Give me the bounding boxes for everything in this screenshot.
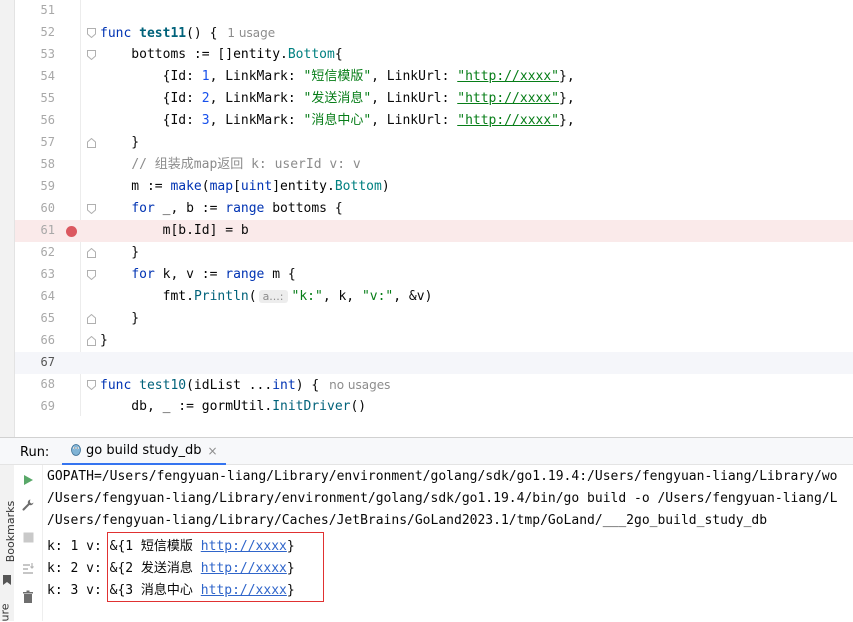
run-config-tab[interactable]: go build study_db × (62, 438, 226, 466)
wrench-icon[interactable] (20, 497, 36, 513)
code-line[interactable]: 54 {Id: 1, LinkMark: "短信模版", LinkUrl: "h… (14, 66, 853, 88)
fold-icon[interactable] (87, 138, 96, 148)
code-line[interactable]: 55 {Id: 2, LinkMark: "发送消息", LinkUrl: "h… (14, 88, 853, 110)
run-toolbar (14, 465, 43, 621)
code-line-current[interactable]: 67 (14, 352, 853, 374)
line-number: 54 (40, 69, 55, 83)
code-text: for k, v := range m { (131, 267, 296, 282)
result-prefix: k: 1 v: (47, 539, 110, 554)
result-prefix: k: 2 v: (47, 561, 110, 576)
line-number: 69 (40, 399, 55, 413)
line-number: 57 (40, 135, 55, 149)
code-line[interactable]: 68 func test10(idList ...int) {no usages (14, 374, 853, 396)
code-comment: // 组装成map返回 k: userId v: v (131, 157, 361, 172)
breakpoint-icon[interactable] (66, 226, 77, 237)
fold-icon[interactable] (87, 28, 96, 38)
code-text: } (100, 311, 140, 326)
code-line[interactable]: 53 bottoms := []entity.Bottom{ (14, 44, 853, 66)
bookmarks-tab[interactable]: Bookmarks (4, 501, 17, 562)
run-tool-header: Run: go build study_db × (0, 437, 853, 466)
run-icon[interactable] (20, 472, 36, 488)
code-line[interactable]: 64 fmt.Println(a...: "k:", k, "v:", &v) (14, 286, 853, 308)
line-number: 61 (40, 223, 55, 237)
console-line: /Users/fengyuan-liang/Library/environmen… (47, 491, 838, 506)
code-line[interactable]: 65 } (14, 308, 853, 330)
line-number: 58 (40, 157, 55, 171)
bookmark-icon[interactable] (2, 570, 12, 589)
close-icon[interactable]: × (208, 444, 218, 458)
url-literal[interactable]: "http://xxxx" (457, 69, 559, 84)
url-literal[interactable]: "http://xxxx" (457, 113, 559, 128)
code-line-breakpoint[interactable]: 61 m[b.Id] = b (14, 220, 853, 242)
code-text: {Id: 3, LinkMark: "消息中心", LinkUrl: "http… (100, 113, 575, 128)
line-number: 63 (40, 267, 55, 281)
code-line[interactable]: 69 db, _ := gormUtil.InitDriver() (14, 396, 853, 416)
code-text: func test10(idList ...int) {no usages (100, 378, 391, 393)
line-number: 64 (40, 289, 55, 303)
fold-icon[interactable] (87, 50, 96, 60)
code-text: } (100, 333, 108, 348)
code-line[interactable]: 58 // 组装成map返回 k: userId v: v (14, 154, 853, 176)
code-text: m[b.Id] = b (100, 223, 249, 238)
code-text: } (100, 135, 140, 150)
fold-icon[interactable] (87, 380, 96, 390)
code-line[interactable]: 66 } (14, 330, 853, 352)
code-text: bottoms := []entity.Bottom{ (100, 47, 343, 62)
fold-icon[interactable] (87, 204, 96, 214)
line-number: 59 (40, 179, 55, 193)
fold-icon[interactable] (87, 336, 96, 346)
code-line[interactable]: 57 } (14, 132, 853, 154)
sort-icon[interactable] (20, 561, 36, 577)
highlight-box (107, 532, 324, 602)
code-text: func test11() {1 usage (100, 26, 276, 41)
line-number: 55 (40, 91, 55, 105)
line-number: 66 (40, 333, 55, 347)
line-number: 52 (40, 25, 55, 39)
usage-hint[interactable]: 1 usage (227, 26, 275, 40)
fold-icon[interactable] (87, 270, 96, 280)
code-text: db, _ := gormUtil.InitDriver() (100, 399, 367, 414)
fold-icon[interactable] (87, 314, 96, 324)
console-line: /Users/fengyuan-liang/Library/Caches/Jet… (47, 513, 768, 528)
code-line[interactable]: 62 } (14, 242, 853, 264)
code-text: } (100, 245, 140, 260)
run-label: Run: (20, 445, 50, 460)
line-number: 65 (40, 311, 55, 325)
code-text: {Id: 1, LinkMark: "短信模版", LinkUrl: "http… (100, 69, 575, 84)
code-text: m := make(map[uint]entity.Bottom) (100, 179, 390, 194)
usage-hint[interactable]: no usages (329, 378, 390, 392)
parameter-hint: a...: (258, 290, 288, 303)
code-line[interactable]: 63 for k, v := range m { (14, 264, 853, 286)
console-line: GOPATH=/Users/fengyuan-liang/Library/env… (47, 469, 838, 484)
code-text: for _, b := range bottoms { (131, 201, 343, 216)
line-number: 60 (40, 201, 55, 215)
line-number: 62 (40, 245, 55, 259)
stop-icon[interactable] (20, 529, 36, 545)
string-literal: "短信模版" (303, 69, 372, 84)
string-literal: "消息中心" (303, 113, 372, 128)
run-tab-label: go build study_db (86, 443, 202, 458)
code-line[interactable]: 59 m := make(map[uint]entity.Bottom) (14, 176, 853, 198)
code-text: // 组装成map返回 k: userId v: v (100, 156, 361, 174)
code-line[interactable]: 51 (14, 0, 853, 22)
line-number: 53 (40, 47, 55, 61)
line-number: 56 (40, 113, 55, 127)
fold-icon[interactable] (87, 248, 96, 258)
string-literal: "发送消息" (303, 91, 372, 106)
code-editor[interactable]: 51 52 func test11() {1 usage 53 bottoms … (0, 0, 853, 416)
code-line[interactable]: 52 func test11() {1 usage (14, 22, 853, 44)
result-prefix: k: 3 v: (47, 583, 110, 598)
gopher-icon (70, 441, 82, 460)
code-line[interactable]: 60 for _, b := range bottoms { (14, 198, 853, 220)
line-number: 68 (40, 377, 55, 391)
code-text: {Id: 2, LinkMark: "发送消息", LinkUrl: "http… (100, 91, 575, 106)
code-line[interactable]: 56 {Id: 3, LinkMark: "消息中心", LinkUrl: "h… (14, 110, 853, 132)
line-number: 67 (40, 355, 55, 369)
structure-tab[interactable]: ure (0, 603, 12, 621)
code-text: fmt.Println(a...: "k:", k, "v:", &v) (162, 289, 433, 304)
line-number: 51 (40, 3, 55, 17)
url-literal[interactable]: "http://xxxx" (457, 91, 559, 106)
trash-icon[interactable] (20, 589, 36, 605)
